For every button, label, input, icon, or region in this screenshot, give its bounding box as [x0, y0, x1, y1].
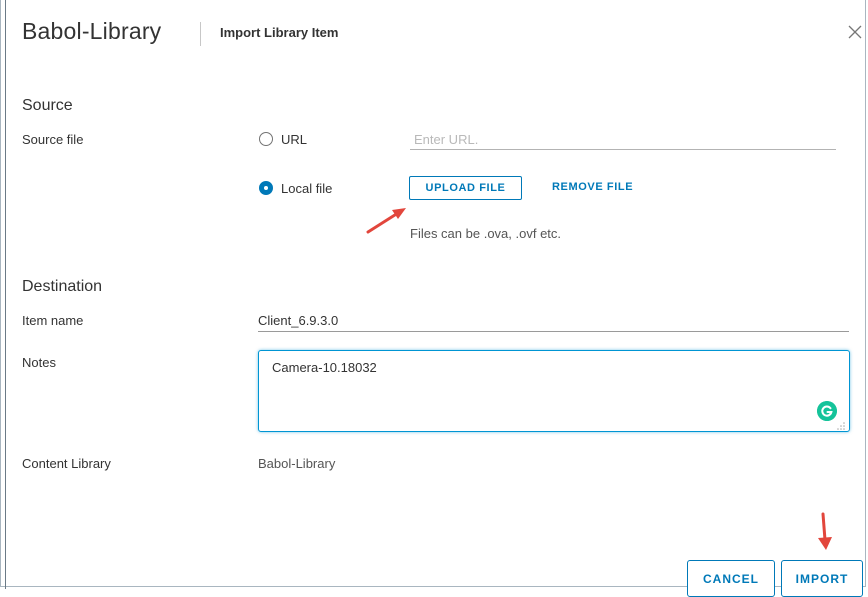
url-input[interactable] [410, 130, 836, 150]
close-icon[interactable] [847, 24, 863, 40]
content-library-value: Babol-Library [258, 456, 336, 471]
source-heading: Source [22, 97, 73, 114]
remove-file-button[interactable]: REMOVE FILE [552, 181, 633, 193]
destination-heading: Destination [22, 278, 103, 295]
local-file-radio[interactable] [259, 181, 273, 195]
grammarly-icon[interactable] [817, 401, 837, 421]
local-file-radio-label[interactable]: Local file [281, 181, 332, 196]
notes-label: Notes [22, 355, 56, 370]
source-file-label: Source file [22, 132, 84, 147]
annotation-arrow-icon [366, 208, 406, 234]
item-name-label: Item name [22, 313, 84, 328]
url-radio-label[interactable]: URL [281, 132, 307, 147]
url-radio[interactable] [259, 132, 273, 146]
window-edge [5, 0, 6, 589]
resize-handle-icon[interactable] [836, 420, 846, 430]
import-button[interactable]: IMPORT [781, 560, 863, 597]
content-library-label: Content Library [22, 456, 111, 471]
cancel-button[interactable]: CANCEL [687, 560, 775, 597]
library-title: Babol-Library [22, 18, 162, 44]
notes-textarea[interactable]: Camera-10.18032 [258, 350, 850, 432]
file-type-hint: Files can be .ova, .ovf etc. [410, 226, 562, 241]
dialog-title: Import Library Item [220, 25, 339, 40]
item-name-input[interactable] [258, 310, 849, 332]
title-divider [200, 22, 201, 46]
annotation-arrow-icon [818, 512, 832, 550]
upload-file-button[interactable]: UPLOAD FILE [409, 176, 522, 200]
import-library-item-dialog [0, 0, 866, 587]
